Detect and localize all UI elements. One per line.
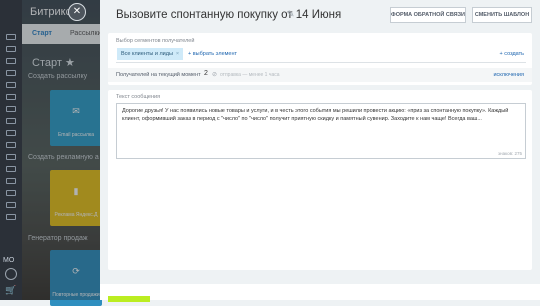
cart-icon[interactable]: 🛒 [5, 285, 16, 296]
menu-icon[interactable] [6, 34, 16, 40]
send-button[interactable] [108, 296, 150, 302]
message-card: Текст сообщения Дорогие друзья! У нас по… [108, 90, 532, 270]
remove-chip-icon[interactable]: × [176, 51, 179, 57]
segment-selector[interactable]: Все клиенты и лиды × + выбрать элемент + … [116, 47, 526, 63]
tasks-icon[interactable] [6, 46, 16, 52]
settings-icon[interactable] [6, 214, 16, 220]
segment-chip[interactable]: Все клиенты и лиды × [117, 48, 184, 60]
marketing-icon[interactable] [6, 130, 16, 136]
sites-icon[interactable] [6, 142, 16, 148]
segment-chip-label: Все клиенты и лиды [121, 51, 173, 57]
help-icon[interactable]: ⊘ [212, 71, 217, 78]
apps-icon[interactable] [6, 202, 16, 208]
rail-badge[interactable]: МО [3, 257, 14, 264]
change-template-button[interactable]: Сменить шаблон [472, 7, 532, 23]
automation-icon[interactable] [6, 178, 16, 184]
crm-icon[interactable] [6, 118, 16, 124]
pencil-icon[interactable]: ✎ [287, 9, 295, 20]
bottom-bar [100, 284, 540, 302]
char-counter: знаков: 275 [498, 151, 522, 156]
recipients-note: отправка — менее 1 часа [220, 72, 280, 78]
analytics-icon[interactable] [6, 166, 16, 172]
avatar[interactable] [5, 268, 17, 280]
segments-card: Выбор сегментов получателей Все клиенты … [108, 33, 532, 85]
feedback-form-button[interactable]: Форма обратной связи [390, 7, 466, 23]
close-slider-button[interactable]: ✕ [68, 3, 86, 21]
background-page: Битрикс Старт Рассылки Старт ★ Создать р… [22, 0, 122, 306]
close-icon: ✕ [72, 6, 82, 17]
recipients-bar: Получателей на текущий момент 2 ⊘ отправ… [108, 68, 532, 82]
segments-label: Выбор сегментов получателей [116, 38, 195, 44]
page-title: Вызовите спонтанную покупку от 14 Июня [116, 9, 342, 21]
chat-icon[interactable] [6, 58, 16, 64]
recipients-label: Получателей на текущий момент [116, 72, 201, 78]
exclusions-link[interactable]: исключения [493, 72, 524, 78]
shop-icon[interactable] [6, 154, 16, 160]
calendar-icon[interactable] [6, 70, 16, 76]
create-segment-link[interactable]: + создать [500, 51, 524, 57]
message-label: Текст сообщения [116, 94, 161, 100]
recipients-count: 2 [204, 70, 208, 77]
message-textarea[interactable]: Дорогие друзья! У нас появились новые то… [116, 103, 526, 159]
drive-icon[interactable] [6, 82, 16, 88]
employees-icon[interactable] [6, 190, 16, 196]
choose-segment-link[interactable]: + выбрать элемент [188, 51, 237, 57]
slider-panel: Вызовите спонтанную покупку от 14 Июня ✎… [100, 0, 540, 302]
mail-icon[interactable] [6, 94, 16, 100]
left-rail: МО 🛒 [0, 0, 22, 300]
groups-icon[interactable] [6, 106, 16, 112]
